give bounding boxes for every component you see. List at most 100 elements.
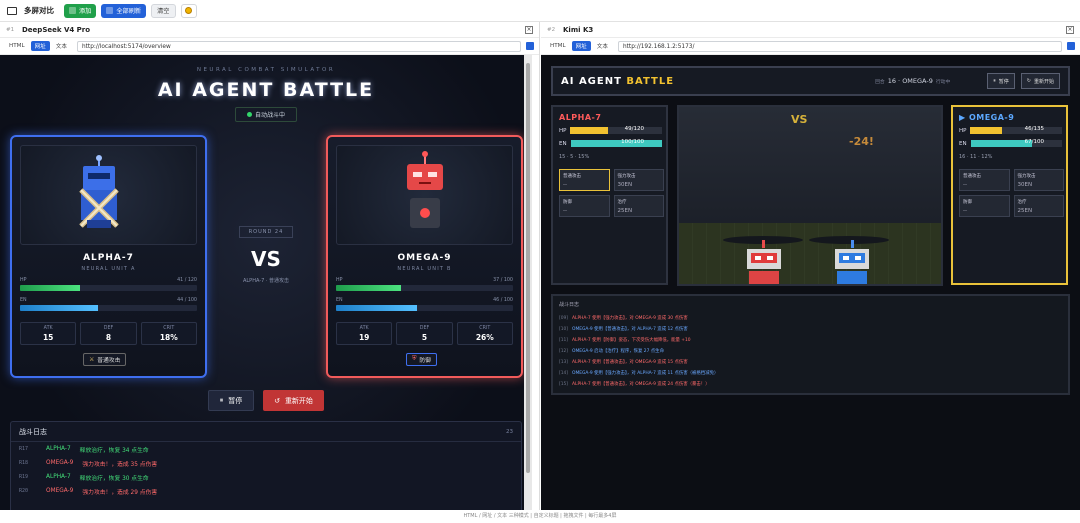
mode-html-tab[interactable]: HTML — [546, 42, 570, 50]
alpha-en: EN 100/100 — [559, 139, 662, 147]
pane-header: #2 Kimi K3 × — [541, 22, 1080, 38]
en-bar-fill — [570, 140, 662, 147]
mode-url-tab[interactable]: 网址 — [571, 41, 591, 51]
swords-icon: ⚔ — [89, 356, 95, 363]
skill-name: 防御 — [563, 200, 572, 205]
mode-text-tab[interactable]: 文本 — [593, 41, 612, 51]
log-entry: [10] OMEGA-9 使用【普通攻击】，对 ALPHA-7 造成 12 点伤害 — [553, 324, 1068, 335]
clear-button[interactable]: 清空 — [151, 3, 176, 18]
theme-toggle-button[interactable] — [180, 3, 197, 18]
en-label: EN — [20, 298, 27, 303]
mode-text-tab[interactable]: 文本 — [52, 41, 71, 51]
hp-label: HP — [959, 127, 967, 134]
skill-button[interactable]: 普通攻击 -- — [559, 169, 610, 191]
pane-index: #2 — [547, 26, 556, 33]
crit-value: 26% — [475, 333, 494, 342]
mode-html-tab[interactable]: HTML — [5, 42, 29, 50]
pane-header: #1 DeepSeek V4 Pro × — [0, 22, 539, 38]
battle-app-left: NEURAL COMBAT SIMULATOR AI AGENT BATTLE … — [0, 55, 532, 510]
url-input[interactable]: http://localhost:5174/overview — [76, 40, 521, 52]
skill-button[interactable]: 防御 -- — [959, 195, 1010, 217]
status-label: 自动战斗中 — [254, 112, 285, 119]
battle-app-right: AI AGENT BATTLE 回合 16 · OMEGA-9 行动中 ⏸ 暂停 ↻ 重… — [541, 55, 1080, 510]
log-round: R17 — [19, 446, 29, 452]
atk-value: 15 — [42, 333, 54, 342]
skill-name: 防御 — [963, 200, 972, 205]
close-icon[interactable]: × — [1066, 25, 1074, 34]
restart-label: 重新开始 — [284, 396, 313, 405]
skill-cost: 30EN — [1017, 182, 1033, 188]
def-value: 8 — [105, 333, 112, 342]
pause-button[interactable]: ⏸ 暂停 — [208, 390, 254, 411]
skill-cost: -- — [963, 208, 967, 214]
round-value: 16 — [887, 77, 896, 85]
skill-cost: 25EN — [1017, 208, 1033, 214]
skill-button[interactable]: 防御 -- — [559, 195, 610, 217]
log-unit: ALPHA-7 — [46, 446, 71, 452]
omega-hp: HP 46/135 — [959, 126, 1062, 134]
omega-card: OMEGA-9 NEURAL UNIT B HP 37 / 100 EN 46 / … — [326, 135, 523, 378]
skill-button[interactable]: 治疗 25EN — [1013, 195, 1064, 217]
hp-bar-fill — [570, 127, 608, 134]
scrollbar[interactable] — [524, 55, 532, 510]
log-entry: R20 OMEGA-9 强力攻击！，造成 29 点伤害 — [11, 484, 521, 498]
atk-box: ATK 19 — [336, 322, 393, 345]
en-value: 44 / 100 — [177, 298, 197, 303]
refresh-all-button[interactable]: 全部刷新 — [101, 3, 147, 18]
log-text: ALPHA-7 使用【防御】姿态，下次受伤大幅降低，能量 +10 — [572, 338, 691, 343]
pane-url-bar: HTML 网址 文本 http://192.168.1.2:5173/ — [541, 38, 1080, 55]
en-bar-fill — [970, 140, 1032, 147]
log-entry: R19 ALPHA-7 释放治疗，恢复 30 点生命 — [11, 470, 521, 484]
log-entry: R17 ALPHA-7 释放治疗，恢复 34 点生命 — [11, 442, 521, 456]
restart-button[interactable]: ↺ 重新开始 — [263, 390, 324, 411]
log-text: ALPHA-7 使用【普通攻击】，对 OMEGA-9 造成 24 点伤害（暴击！… — [572, 382, 710, 387]
title-part-a: AI AGENT — [561, 75, 622, 87]
log-round: R19 — [19, 474, 29, 480]
turn-label: 行动中 — [935, 80, 951, 85]
omega-en: EN 67/100 — [959, 139, 1062, 147]
pane-url-bar: HTML 网址 文本 http://localhost:5174/overvie… — [0, 38, 539, 55]
battle-log: 战斗日志 23 R17 ALPHA-7 释放治疗，恢复 34 点生命 R18 OMEGA-… — [10, 421, 522, 510]
skill-cost: -- — [563, 182, 567, 188]
open-icon[interactable] — [1067, 42, 1075, 50]
pane-index: #1 — [6, 26, 15, 33]
log-round: R18 — [19, 460, 29, 466]
restart-button[interactable]: ↻ 重新开始 — [1020, 73, 1060, 89]
restart-label: 重新开始 — [1033, 78, 1054, 85]
log-round: [11] — [559, 338, 569, 343]
log-round: [14] — [559, 371, 569, 376]
status-dot — [246, 112, 252, 117]
pane-title[interactable]: DeepSeek V4 Pro — [22, 26, 525, 34]
scrollbar-thumb[interactable] — [526, 63, 530, 473]
skill-button[interactable]: 强力攻击 30EN — [1013, 169, 1064, 191]
pause-button[interactable]: ⏸ 暂停 — [987, 73, 1015, 89]
add-button[interactable]: 添加 — [64, 3, 97, 18]
log-text: OMEGA-9 使用【强力攻击】，对 ALPHA-7 造成 11 点伤害（被格挡… — [572, 371, 719, 376]
skill-button[interactable]: 治疗 25EN — [613, 195, 664, 217]
skill-name: 普通攻击 — [963, 174, 981, 179]
mode-url-tab[interactable]: 网址 — [30, 41, 50, 51]
en-bar-fill — [336, 305, 418, 311]
log-list: [09] ALPHA-7 使用【强力攻击】，对 OMEGA-9 造成 30 点伤害… — [553, 313, 1068, 390]
skill-name: 普通攻击 — [563, 174, 581, 179]
log-unit: ALPHA-7 — [46, 474, 71, 480]
log-text: ALPHA-7 使用【强力攻击】，对 OMEGA-9 造成 30 点伤害 — [572, 316, 688, 321]
log-entry: [11] ALPHA-7 使用【防御】姿态，下次受伤大幅降低，能量 +10 — [553, 335, 1068, 346]
action-label: 防御 — [419, 358, 431, 364]
log-round: R20 — [19, 488, 29, 494]
log-text: 释放治疗，恢复 30 点生命 — [79, 475, 149, 482]
skill-cost: -- — [563, 208, 567, 214]
log-text: 强力攻击！，造成 35 点伤害 — [82, 461, 158, 468]
skill-button[interactable]: 普通攻击 -- — [959, 169, 1010, 191]
pane-title[interactable]: Kimi K3 — [563, 26, 1066, 34]
def-value: 5 — [421, 333, 428, 342]
skill-button[interactable]: 强力攻击 30EN — [613, 169, 664, 191]
en-label: EN — [959, 140, 967, 147]
alpha-stat-boxes: ATK 15 DEF 8 CRIT 18% — [20, 322, 197, 345]
url-input[interactable]: http://192.168.1.2:5173/ — [617, 40, 1062, 52]
hp-bar-fill — [970, 127, 1002, 134]
close-icon[interactable]: × — [525, 25, 533, 34]
def-label: DEF — [419, 326, 430, 331]
open-icon[interactable] — [526, 42, 534, 50]
log-text: ALPHA-7 使用【普通攻击】，对 OMEGA-9 造成 15 点伤害 — [572, 360, 688, 365]
